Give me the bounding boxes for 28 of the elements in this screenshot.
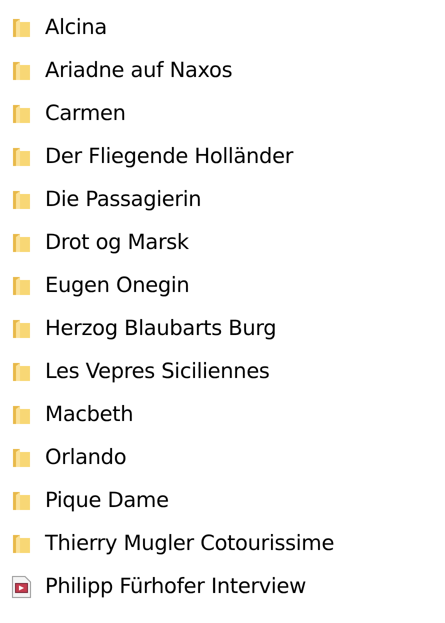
- folder-name[interactable]: Ariadne auf Naxos: [45, 54, 232, 86]
- folder-icon: [12, 16, 31, 38]
- folder-name[interactable]: Herzog Blaubarts Burg: [45, 312, 276, 344]
- folder-name[interactable]: Drot og Marsk: [45, 226, 189, 258]
- folder-name[interactable]: Macbeth: [45, 398, 134, 430]
- folder-name[interactable]: Der Fliegende Holländer: [45, 140, 294, 172]
- folder-icon: [12, 60, 31, 82]
- folder-name[interactable]: Die Passagierin: [45, 184, 202, 216]
- folder-name[interactable]: Carmen: [45, 98, 126, 130]
- folder-icon: [12, 146, 31, 168]
- folder-name[interactable]: Thierry Mugler Cotourissime: [45, 528, 334, 560]
- folder-icon: [12, 532, 31, 554]
- folder-icon: [12, 318, 31, 340]
- folder-icon: [12, 102, 31, 124]
- folder-name[interactable]: Alcina: [45, 12, 107, 44]
- folder-name[interactable]: Eugen Onegin: [45, 270, 190, 302]
- file-name[interactable]: Philipp Fürhofer Interview: [45, 570, 306, 602]
- folder-name[interactable]: Orlando: [45, 442, 126, 474]
- folder-icon: [12, 274, 31, 296]
- folder-name[interactable]: Les Vepres Siciliennes: [45, 356, 270, 388]
- folder-icon: [12, 404, 31, 426]
- folder-icon: [12, 232, 31, 254]
- folder-icon: [12, 446, 31, 468]
- folder-icon: [12, 188, 31, 210]
- folder-icon: [12, 490, 31, 512]
- folder-icon: [12, 360, 31, 382]
- video-file-icon: [12, 576, 31, 598]
- folder-name[interactable]: Pique Dame: [45, 484, 169, 516]
